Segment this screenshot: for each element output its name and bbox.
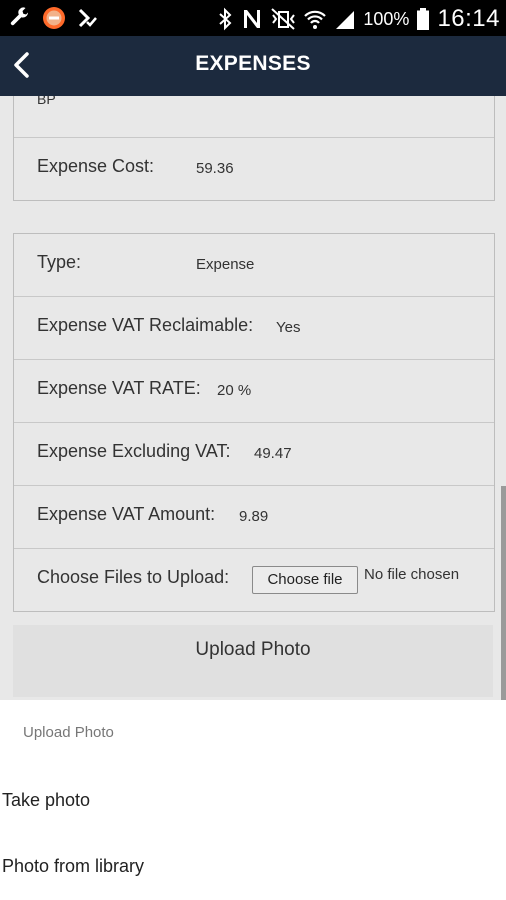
choose-file-button[interactable]: Choose file: [252, 566, 358, 594]
partial-row: BP: [14, 96, 494, 137]
vat-reclaimable-value: Yes: [276, 319, 301, 336]
expense-details-card: Type: Expense Expense VAT Reclaimable: Y…: [13, 233, 495, 612]
take-photo-option[interactable]: Take photo: [2, 790, 90, 811]
battery-percent: 100%: [363, 8, 410, 29]
status-icons-right: 100% 16:14: [216, 5, 500, 33]
expense-cost-row: Expense Cost: 59.36: [14, 137, 494, 200]
partial-row-value: BP: [37, 96, 56, 107]
excluding-vat-label: Expense Excluding VAT:: [37, 441, 231, 461]
type-label: Type:: [37, 252, 82, 272]
file-status: No file chosen: [364, 566, 460, 583]
expense-form: BP Expense Cost: 59.36 Type: Expense Exp…: [0, 96, 506, 700]
vat-rate-label: Expense VAT RATE:: [37, 378, 201, 398]
sheet-title: Upload Photo: [23, 724, 114, 741]
status-bar: 100% 16:14: [0, 0, 506, 36]
file-upload-row: Choose Files to Upload: Choose file No f…: [14, 548, 494, 611]
app-bar: EXPENSES: [0, 36, 506, 96]
type-row: Type: Expense: [14, 234, 494, 296]
expense-summary-card: BP Expense Cost: 59.36: [13, 96, 495, 201]
bluetooth-icon: [219, 7, 232, 31]
excluding-vat-value: 49.47: [254, 445, 292, 462]
wifi-icon: [304, 10, 327, 29]
excluding-vat-row: Expense Excluding VAT: 49.47: [14, 422, 494, 485]
battery-icon: [417, 8, 430, 30]
scrollbar[interactable]: [501, 486, 506, 700]
vibrate-mute-icon: [271, 8, 296, 30]
download-check-icon: [78, 8, 97, 28]
expense-cost-label: Expense Cost:: [37, 156, 155, 176]
vat-rate-value: 20 %: [217, 382, 252, 399]
photo-library-option[interactable]: Photo from library: [2, 856, 144, 877]
signal-icon: [336, 11, 355, 29]
vat-reclaimable-label: Expense VAT Reclaimable:: [37, 315, 254, 335]
expense-cost-value: 59.36: [196, 160, 234, 177]
vat-rate-row: Expense VAT RATE: 20 %: [14, 359, 494, 422]
page-title: EXPENSES: [195, 52, 311, 75]
upload-photo-sheet: Upload Photo Take photo Photo from libra…: [0, 700, 506, 900]
vat-amount-row: Expense VAT Amount: 9.89: [14, 485, 494, 548]
file-upload-label: Choose Files to Upload:: [37, 567, 230, 587]
type-value: Expense: [196, 256, 255, 273]
nfc-icon: [244, 10, 261, 28]
vat-amount-value: 9.89: [239, 508, 269, 525]
wrench-icon: [10, 7, 28, 26]
clock: 16:14: [437, 5, 500, 32]
vat-reclaimable-row: Expense VAT Reclaimable: Yes: [14, 296, 494, 359]
upload-photo-button[interactable]: Upload Photo: [13, 625, 493, 697]
stop-circle-icon: [43, 7, 65, 29]
vat-amount-label: Expense VAT Amount:: [37, 504, 216, 524]
status-icons-left: [8, 6, 100, 30]
